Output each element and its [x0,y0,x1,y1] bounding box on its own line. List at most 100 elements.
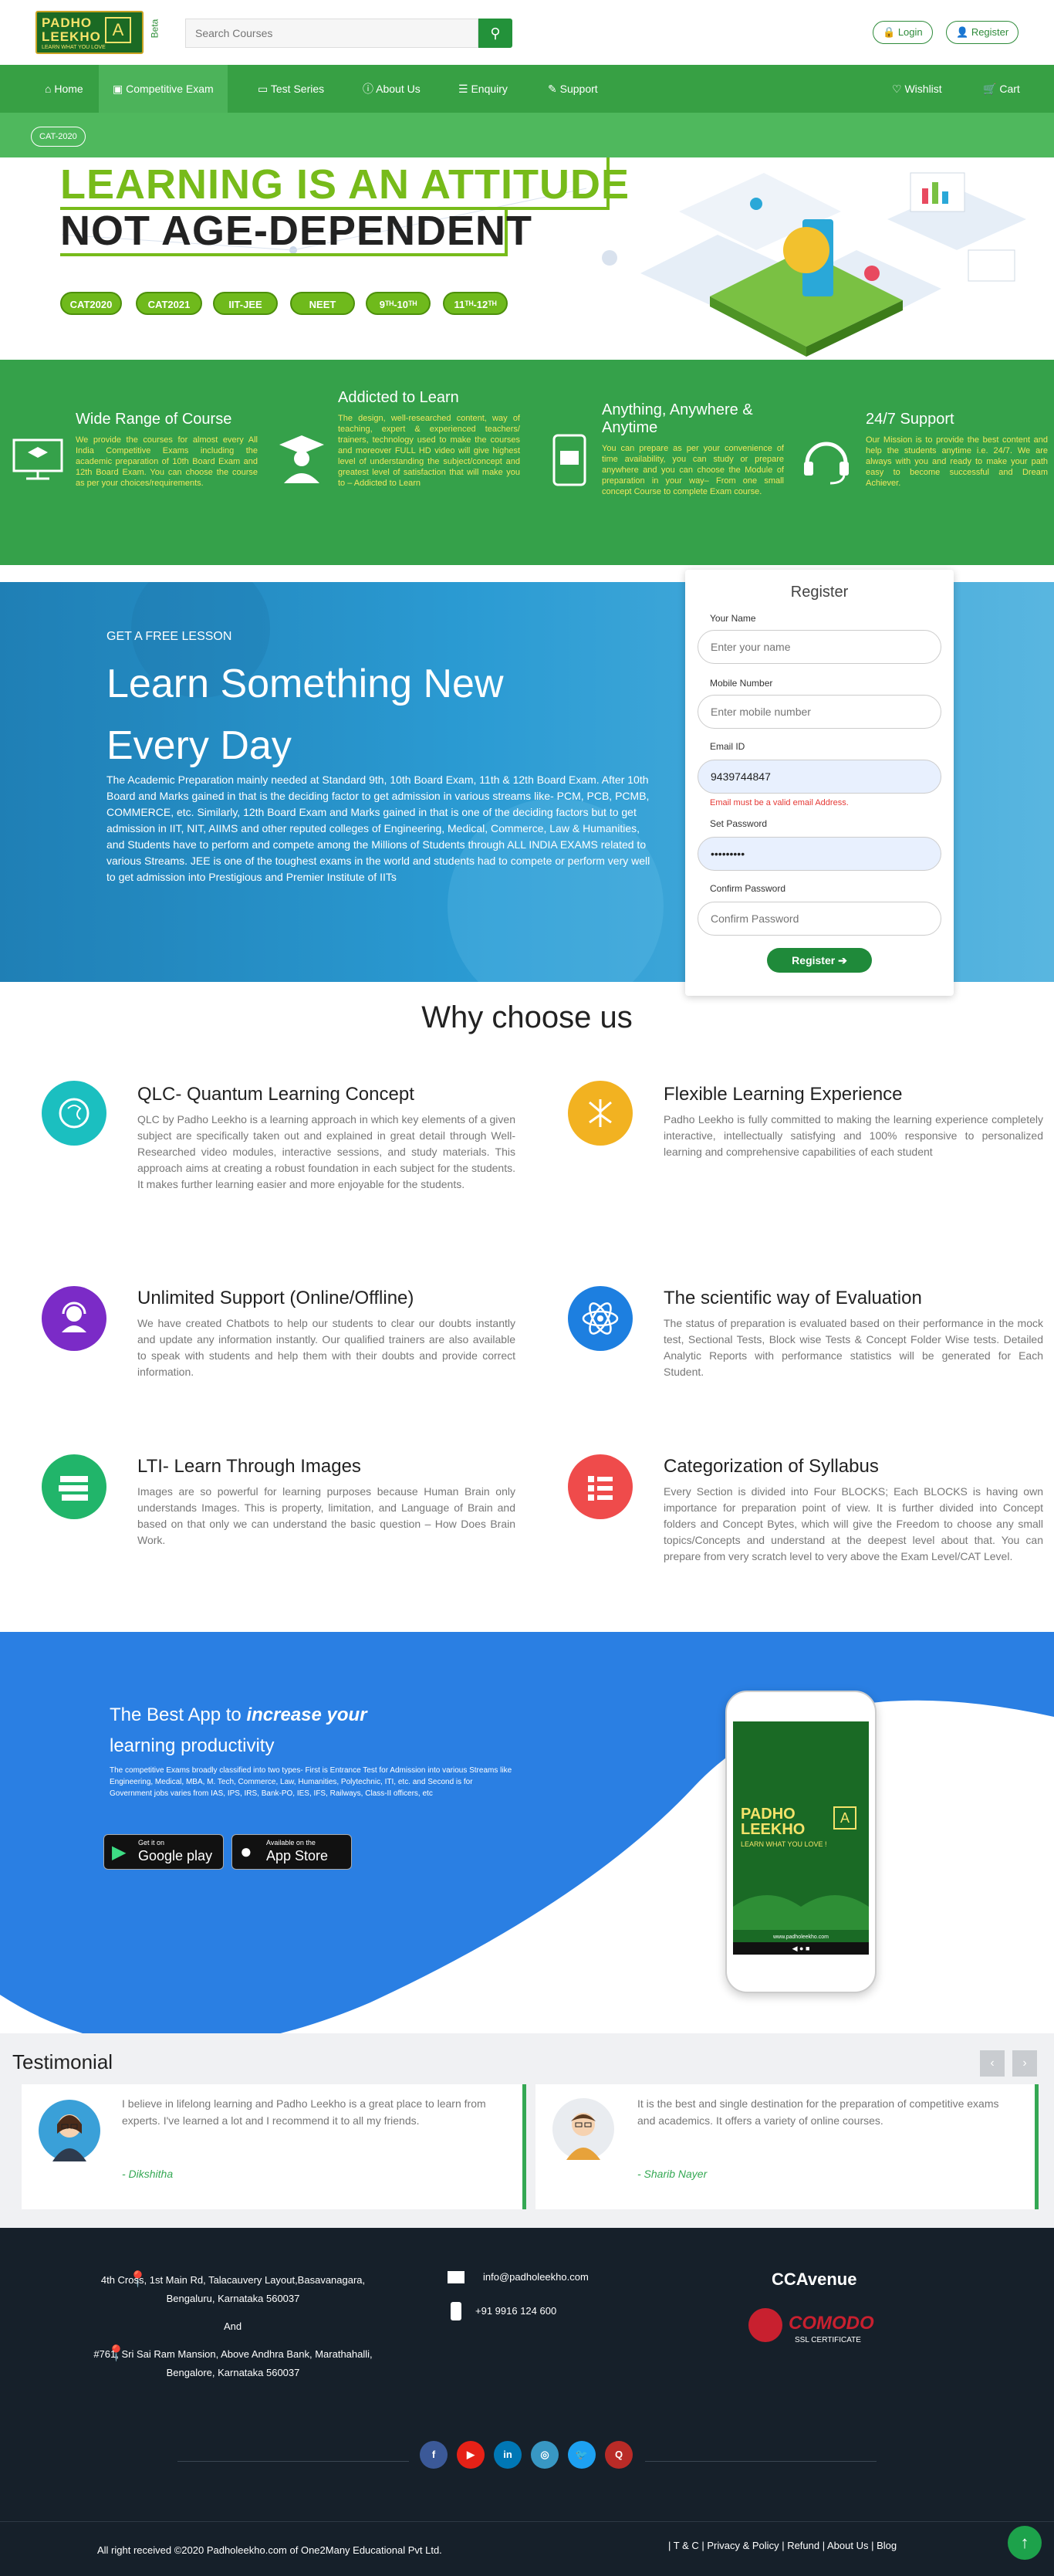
user-plus-icon: 👤 [956,26,969,38]
search-input[interactable] [185,19,478,48]
why-item-text: Every Section is divided into Four BLOCK… [664,1485,1043,1562]
mobile-label: Mobile Number [710,678,773,689]
login-button[interactable]: 🔒 Login [873,21,933,44]
why-item-text: QLC by Padho Leekho is a learning approa… [137,1113,515,1190]
why-item-title: Categorization of Syllabus [664,1456,879,1477]
google-play-button[interactable]: ▶ Get it on Google play [103,1834,224,1870]
mobile-phone-icon [451,2302,461,2320]
nav-cart[interactable]: 🛒 Cart [969,65,1034,113]
app-heading-post: learning productivity [110,1735,275,1756]
instagram-icon[interactable]: ◎ [531,2441,559,2469]
atom-icon [568,1286,633,1351]
avatar [39,2100,100,2161]
arrow-right-icon: ➔ [838,954,847,966]
lock-icon: 🔒 [883,26,896,38]
flex-arrows-icon [568,1081,633,1146]
sub-nav-chip[interactable]: CAT-2020 [31,127,86,147]
register-submit-button[interactable]: Register ➔ [767,948,872,973]
home-icon: ⌂ [45,83,52,95]
why-item-title: The scientific way of Evaluation [664,1288,922,1308]
syllabus-list-icon [568,1454,633,1519]
app-heading-pre: The Best App to [110,1704,247,1725]
footer-divider [645,2461,877,2462]
why-item-title: Flexible Learning Experience [664,1084,903,1105]
footer-phone[interactable]: +91 9916 124 600 [475,2305,556,2317]
why-item-text: Images are so powerful for learning purp… [137,1485,515,1546]
hero-tag-neet[interactable]: NEET [290,292,355,315]
headset-icon [799,432,853,486]
nav-test-series[interactable]: ▭ Test Series [244,65,338,113]
footer-link-blog[interactable]: Blog [877,2540,897,2551]
nav-home[interactable]: ⌂ Home [31,65,97,113]
heart-icon: ♡ [892,83,902,95]
footer-link-refund[interactable]: Refund [787,2540,819,2551]
phone-tagline: LEARN WHAT YOU LOVE ! [741,1840,827,1848]
feature-card: Anything, Anywhere & Anytime You can pre… [602,401,784,497]
password-label: Set Password [710,818,768,829]
why-item-text: Padho Leekho is fully committed to makin… [664,1113,1043,1158]
footer-link-terms[interactable]: T & C [674,2540,699,2551]
nav-enquiry[interactable]: ☰ Enquiry [444,65,522,113]
linkedin-icon[interactable]: in [494,2441,522,2469]
footer-link-privacy[interactable]: Privacy & Policy [707,2540,779,2551]
nav-label: Wishlist [904,83,942,95]
nav-support[interactable]: ✎ Support [534,65,612,113]
edit-icon: ✎ [548,83,557,95]
hero-tag-iit-jee[interactable]: IIT-JEE [213,292,278,315]
register-form: Register Your Name Mobile Number Email I… [685,570,954,996]
nav-competitive-exam[interactable]: ▣ Competitive Exam [99,65,228,113]
comodo-subtitle: SSL CERTIFICATE [795,2336,861,2344]
hero-tag-cat2020[interactable]: CAT2020 [60,292,122,315]
twitter-icon[interactable]: 🐦 [568,2441,596,2469]
search-button[interactable]: ⚲ [478,19,512,48]
nav-about-us[interactable]: ⓘ About Us [349,65,434,113]
email-field[interactable] [698,760,941,794]
app-store-button[interactable]: ● Available on the App Store [231,1834,352,1870]
quora-icon[interactable]: Q [605,2441,633,2469]
why-item-title: QLC- Quantum Learning Concept [137,1084,414,1105]
phone-screen: PADHO LEEKHO A LEARN WHAT YOU LOVE ! www.… [733,1721,869,1955]
youtube-icon[interactable]: ▶ [457,2441,485,2469]
why-item-title: LTI- Learn Through Images [137,1456,361,1477]
testimonial-author: - Sharib Nayer [637,2168,708,2180]
next-arrow-button[interactable]: › [1012,2050,1037,2077]
confirm-password-label: Confirm Password [710,883,786,894]
feature-card: Wide Range of Course We provide the cour… [76,411,258,489]
nav-wishlist[interactable]: ♡ Wishlist [878,65,956,113]
hero-tag-11-12[interactable]: 11ᵀᴴ-12ᵀᴴ [443,292,508,315]
facebook-icon[interactable]: f [420,2441,448,2469]
hero-tag-9-10[interactable]: 9ᵀᴴ-10ᵀᴴ [366,292,431,315]
nav-label: Competitive Exam [126,83,214,95]
phone-logo-emblem-icon: A [833,1806,856,1830]
prev-arrow-button[interactable]: ‹ [980,2050,1005,2077]
mobile-field[interactable] [698,695,941,729]
logo-tagline: LEARN WHAT YOU LOVE [42,45,106,50]
search-icon: ⚲ [490,25,501,41]
ccavenue-logo: CCAvenue [772,2270,857,2289]
chevron-left-icon: ‹ [990,2056,995,2070]
feature-card: 24/7 Support Our Mission is to provide t… [866,411,1048,489]
monitor-icon: ▣ [113,83,123,95]
password-field[interactable] [698,837,941,871]
hero-tag-cat2021[interactable]: CAT2021 [136,292,202,315]
list-icon: ☰ [458,83,468,95]
support-agent-icon [42,1286,106,1351]
mobile-book-icon [543,434,597,488]
hero-headline-2: NOT AGE-DEPENDENT [60,208,533,254]
footer-divider [177,2461,409,2462]
footer-email[interactable]: info@padholeekho.com [483,2271,589,2283]
register-button[interactable]: 👤 Register [946,21,1019,44]
confirm-password-field[interactable] [698,902,941,936]
back-to-top-button[interactable]: ↑ [1008,2526,1042,2560]
phone-nav-bar: ◀ ● ■ [733,1942,869,1955]
feature-title: Addicted to Learn [338,389,459,406]
beta-label: Beta [149,19,160,39]
footer-and: And [224,2320,242,2332]
apple-icon: ● [240,1840,252,1863]
testimonial-author: - Dikshitha [122,2168,174,2180]
hero-headline-1: LEARNING IS AN ATTITUDE [60,161,630,208]
register-label: Register [971,26,1009,38]
site-logo[interactable]: PADHO LEEKHO LEARN WHAT YOU LOVE A [35,11,144,54]
footer-link-about[interactable]: About Us [827,2540,868,2551]
name-field[interactable] [698,630,941,664]
